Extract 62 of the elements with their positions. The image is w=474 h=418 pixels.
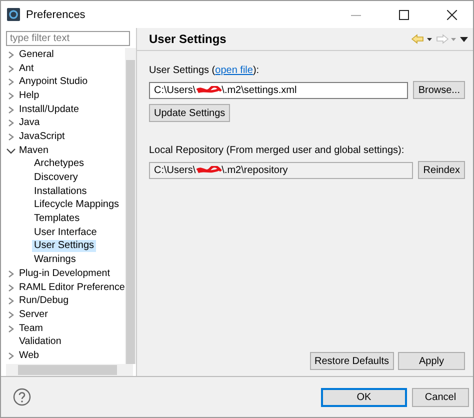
update-settings-button[interactable]: Update Settings — [149, 104, 230, 122]
tree-item[interactable]: Lifecycle Mappings — [32, 199, 122, 212]
collapsed-chevron-icon[interactable] — [6, 119, 16, 128]
collapsed-chevron-icon[interactable] — [6, 352, 16, 360]
apply-button[interactable]: Apply — [398, 352, 465, 370]
collapsed-chevron-icon[interactable] — [6, 284, 16, 292]
tree-item[interactable]: Install/Update — [17, 104, 81, 116]
app-icon — [7, 8, 20, 21]
tree-item[interactable]: General — [17, 48, 56, 61]
tree-item[interactable]: Anypoint Studio — [17, 76, 90, 88]
tree-item[interactable]: RAML Editor Preference — [17, 282, 125, 294]
collapsed-chevron-icon[interactable] — [6, 92, 16, 100]
collapsed-chevron-icon[interactable] — [6, 324, 16, 333]
collapsed-chevron-icon[interactable] — [6, 132, 16, 141]
settings-path-field[interactable]: C:\Users\ \.m2\settings.xml — [149, 82, 408, 98]
maximize-icon[interactable] — [399, 10, 409, 20]
tree-item[interactable]: Server — [17, 308, 50, 321]
tree-item[interactable]: Plug-in Development — [17, 268, 112, 280]
vertical-scrollbar[interactable] — [125, 48, 136, 364]
repository-path-field[interactable]: C:\Users\ \.m2\repository — [149, 162, 414, 178]
reindex-button[interactable]: Reindex — [418, 161, 465, 179]
window-title: Preferences — [26, 8, 86, 20]
browse-button[interactable]: Browse... — [413, 81, 465, 99]
restore-defaults-button[interactable]: Restore Defaults — [310, 352, 394, 370]
redaction-scribble-icon — [196, 86, 222, 94]
tree-item[interactable]: Archetypes — [32, 158, 86, 170]
tree-item[interactable]: Warnings — [32, 254, 78, 266]
tree-item[interactable]: Team — [17, 322, 45, 335]
tree-item[interactable]: Validation — [17, 336, 64, 348]
tree-item[interactable]: Run/Debug — [17, 295, 71, 308]
horizontal-scrollbar[interactable] — [6, 364, 133, 376]
collapsed-chevron-icon[interactable] — [6, 297, 16, 306]
help-icon[interactable] — [13, 388, 31, 406]
collapsed-chevron-icon[interactable] — [6, 310, 16, 319]
tree-item[interactable]: Java — [17, 117, 42, 130]
tree-item[interactable]: User Interface — [32, 226, 99, 239]
open-file-link[interactable]: open file — [215, 65, 253, 76]
expanded-chevron-icon[interactable] — [6, 146, 16, 155]
dialog-button[interactable]: Cancel — [412, 388, 469, 406]
filter-field[interactable]: type filter text — [6, 31, 130, 46]
tree-item[interactable]: User Settings — [32, 240, 96, 252]
repository-label: Local Repository (From merged user and global settings): — [149, 145, 406, 156]
tree-item[interactable]: Ant — [17, 62, 36, 75]
back-arrow-icon[interactable] — [411, 34, 433, 44]
collapsed-chevron-icon[interactable] — [6, 106, 16, 114]
dialog-button[interactable]: OK — [321, 388, 407, 406]
settings-label: User Settings (open file): — [149, 65, 260, 76]
collapsed-chevron-icon[interactable] — [6, 64, 16, 73]
tree-item[interactable]: Templates — [32, 213, 82, 226]
collapsed-chevron-icon[interactable] — [6, 270, 16, 278]
collapsed-chevron-icon[interactable] — [6, 50, 16, 59]
redaction-scribble-icon — [196, 166, 222, 174]
tree-item[interactable]: Web — [17, 350, 41, 362]
page-title: User Settings — [149, 32, 228, 46]
tree-item[interactable]: Discovery — [32, 172, 80, 184]
menu-caret-icon[interactable] — [459, 34, 469, 44]
tree-item[interactable]: Help — [17, 90, 42, 102]
tree-item[interactable]: Installations — [32, 186, 89, 198]
tree-item[interactable]: Maven — [17, 144, 50, 157]
collapsed-chevron-icon[interactable] — [6, 78, 16, 86]
tree-item[interactable]: JavaScript — [17, 130, 67, 143]
close-icon[interactable] — [447, 10, 457, 20]
